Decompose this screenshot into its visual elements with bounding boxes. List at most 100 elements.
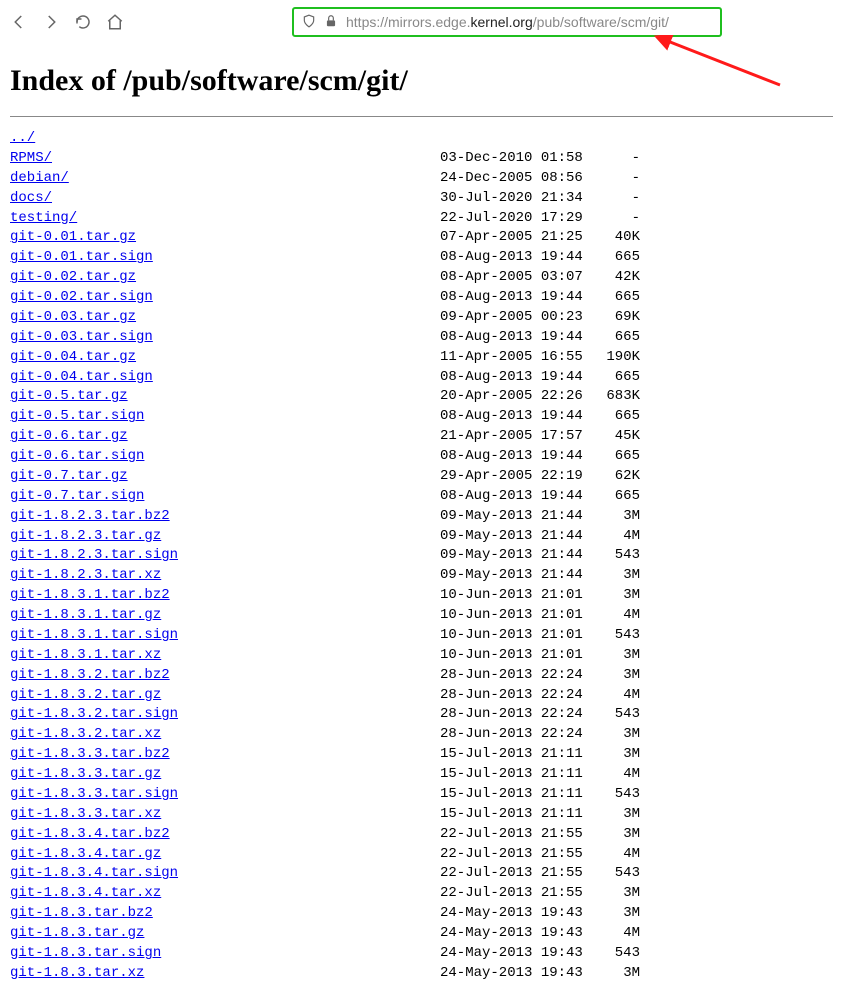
url-prefix: https://mirrors.edge. [346, 14, 471, 30]
file-link[interactable]: git-1.8.3.4.tar.xz [10, 885, 161, 901]
file-size: 3M [590, 884, 640, 904]
file-date: 28-Jun-2013 22:24 [440, 725, 590, 745]
file-link[interactable]: git-0.5.tar.gz [10, 388, 128, 404]
list-item: git-1.8.3.tar.gz 24-May-2013 19:434M [10, 924, 833, 944]
list-item: git-1.8.3.1.tar.gz10-Jun-2013 21:014M [10, 606, 833, 626]
list-item: git-0.02.tar.sign08-Aug-2013 19:44665 [10, 288, 833, 308]
file-date: 22-Jul-2013 21:55 [440, 864, 590, 884]
file-link[interactable]: git-0.02.tar.sign [10, 289, 153, 305]
home-icon[interactable] [106, 13, 124, 31]
list-item: git-1.8.2.3.tar.xz09-May-2013 21:443M [10, 566, 833, 586]
list-item: git-0.03.tar.sign08-Aug-2013 19:44665 [10, 328, 833, 348]
list-item: git-1.8.3.tar.bz224-May-2013 19:433M [10, 904, 833, 924]
list-item: git-0.5.tar.gz20-Apr-2005 22:26683K [10, 387, 833, 407]
file-size: 543 [590, 626, 640, 646]
file-date: 24-Dec-2005 08:56 [440, 169, 590, 189]
file-date: 15-Jul-2013 21:11 [440, 765, 590, 785]
file-link[interactable]: git-1.8.3.tar.gz [10, 925, 144, 941]
file-link[interactable]: git-0.6.tar.sign [10, 448, 144, 464]
file-link[interactable]: git-1.8.3.tar.sign [10, 945, 161, 961]
file-link[interactable]: git-1.8.3.3.tar.gz [10, 766, 161, 782]
file-date: 24-May-2013 19:43 [440, 904, 590, 924]
file-link[interactable]: git-1.8.2.3.tar.sign [10, 547, 178, 563]
file-date: 08-Aug-2013 19:44 [440, 368, 590, 388]
file-link[interactable]: git-1.8.3.3.tar.sign [10, 786, 178, 802]
list-item: git-1.8.2.3.tar.gz09-May-2013 21:444M [10, 527, 833, 547]
file-date: 10-Jun-2013 21:01 [440, 586, 590, 606]
file-link[interactable]: git-1.8.3.2.tar.gz [10, 687, 161, 703]
file-link[interactable]: debian/ [10, 170, 69, 186]
file-size: 3M [590, 566, 640, 586]
file-link[interactable]: git-0.01.tar.sign [10, 249, 153, 265]
file-date: 15-Jul-2013 21:11 [440, 805, 590, 825]
file-link[interactable]: testing/ [10, 210, 77, 226]
list-item: git-0.03.tar.gz09-Apr-2005 00:2369K [10, 308, 833, 328]
file-link[interactable]: git-1.8.3.1.tar.xz [10, 647, 161, 663]
file-link[interactable]: git-1.8.3.2.tar.sign [10, 706, 178, 722]
file-link[interactable]: git-1.8.3.tar.bz2 [10, 905, 153, 921]
file-link[interactable]: git-1.8.3.1.tar.sign [10, 627, 178, 643]
directory-listing: ../RPMS/03-Dec-2010 01:58-debian/24-Dec-… [10, 129, 833, 984]
file-link[interactable]: git-1.8.2.3.tar.bz2 [10, 508, 170, 524]
file-link[interactable]: git-1.8.3.2.tar.bz2 [10, 667, 170, 683]
file-size: 3M [590, 666, 640, 686]
file-link[interactable]: RPMS/ [10, 150, 52, 166]
file-link[interactable]: git-1.8.3.1.tar.bz2 [10, 587, 170, 603]
file-date: 28-Jun-2013 22:24 [440, 666, 590, 686]
file-date: 11-Apr-2005 16:55 [440, 348, 590, 368]
divider [10, 116, 833, 117]
file-link[interactable]: git-0.03.tar.sign [10, 329, 153, 345]
file-date: 09-May-2013 21:44 [440, 546, 590, 566]
address-bar[interactable]: https://mirrors.edge.kernel.org/pub/soft… [292, 7, 722, 37]
lock-icon [324, 14, 338, 31]
file-date: 24-May-2013 19:43 [440, 924, 590, 944]
file-link[interactable]: git-1.8.3.1.tar.gz [10, 607, 161, 623]
file-date: 07-Apr-2005 21:25 [440, 228, 590, 248]
file-link[interactable]: git-0.02.tar.gz [10, 269, 136, 285]
file-link[interactable]: git-0.6.tar.gz [10, 428, 128, 444]
file-link[interactable]: git-1.8.3.4.tar.bz2 [10, 826, 170, 842]
file-link[interactable]: docs/ [10, 190, 52, 206]
file-link[interactable]: git-1.8.3.2.tar.xz [10, 726, 161, 742]
file-date: 10-Jun-2013 21:01 [440, 646, 590, 666]
file-link[interactable]: git-1.8.3.3.tar.xz [10, 806, 161, 822]
list-item: git-0.6.tar.sign08-Aug-2013 19:44665 [10, 447, 833, 467]
file-link[interactable]: git-1.8.3.4.tar.gz [10, 846, 161, 862]
reload-icon[interactable] [74, 13, 92, 31]
file-link[interactable]: git-0.5.tar.sign [10, 408, 144, 424]
file-link[interactable]: git-0.7.tar.sign [10, 488, 144, 504]
file-link[interactable]: git-0.03.tar.gz [10, 309, 136, 325]
file-link[interactable]: git-0.04.tar.gz [10, 349, 136, 365]
list-item: git-1.8.3.3.tar.bz215-Jul-2013 21:113M [10, 745, 833, 765]
file-size: 4M [590, 686, 640, 706]
file-link[interactable]: git-1.8.2.3.tar.xz [10, 567, 161, 583]
file-link[interactable]: ../ [10, 130, 35, 146]
list-item: git-1.8.3.4.tar.gz22-Jul-2013 21:554M [10, 845, 833, 865]
file-date: 03-Dec-2010 01:58 [440, 149, 590, 169]
page-content: Index of /pub/software/scm/git/ ../RPMS/… [0, 44, 843, 994]
file-date: 28-Jun-2013 22:24 [440, 686, 590, 706]
file-link[interactable]: git-1.8.3.4.tar.sign [10, 865, 178, 881]
list-item: git-1.8.3.2.tar.xz28-Jun-2013 22:243M [10, 725, 833, 745]
file-date: 08-Apr-2005 03:07 [440, 268, 590, 288]
file-size: 45K [590, 427, 640, 447]
file-link[interactable]: git-0.01.tar.gz [10, 229, 136, 245]
file-link[interactable]: git-0.7.tar.gz [10, 468, 128, 484]
list-item: git-1.8.2.3.tar.sign09-May-2013 21:44543 [10, 546, 833, 566]
file-size: 665 [590, 248, 640, 268]
list-item: git-0.01.tar.sign08-Aug-2013 19:44665 [10, 248, 833, 268]
list-item: git-1.8.3.1.tar.bz2 10-Jun-2013 21:013M [10, 586, 833, 606]
file-link[interactable]: git-1.8.3.tar.xz [10, 965, 144, 981]
file-date: 20-Apr-2005 22:26 [440, 387, 590, 407]
file-link[interactable]: git-1.8.2.3.tar.gz [10, 528, 161, 544]
file-link[interactable]: git-0.04.tar.sign [10, 369, 153, 385]
file-size: 4M [590, 845, 640, 865]
file-size: 665 [590, 368, 640, 388]
file-size: 3M [590, 964, 640, 984]
back-icon[interactable] [10, 13, 28, 31]
file-link[interactable]: git-1.8.3.3.tar.bz2 [10, 746, 170, 762]
file-size: 4M [590, 924, 640, 944]
forward-icon[interactable] [42, 13, 60, 31]
file-size: 190K [590, 348, 640, 368]
file-size: 3M [590, 586, 640, 606]
